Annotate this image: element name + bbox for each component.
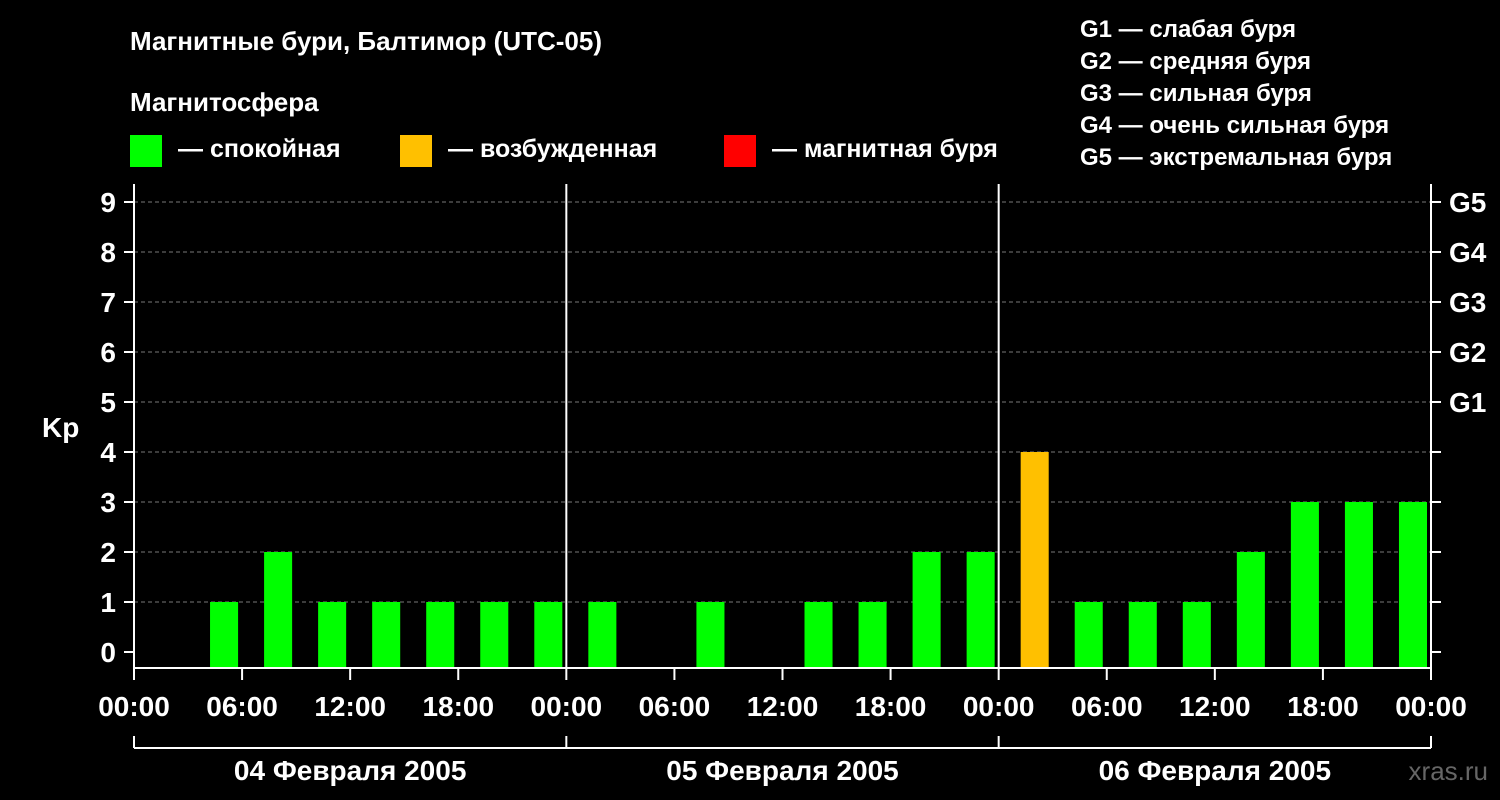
y-tick-label: 4 [100,437,116,468]
kp-bar [966,552,995,668]
kp-bar [912,552,941,668]
kp-bar [534,602,563,668]
y-tick-label: 9 [100,187,116,218]
day-label: 05 Февраля 2005 [666,755,898,786]
y-tick-label: 5 [100,387,116,418]
x-tick-label: 18:00 [1287,691,1359,722]
day-label: 06 Февраля 2005 [1099,755,1331,786]
g-scale-label: G2 [1449,337,1486,368]
y-tick-label: 8 [100,237,116,268]
kp-bar [1236,552,1265,668]
x-tick-label: 12:00 [747,691,819,722]
kp-bar [264,552,293,668]
y-tick-label: 7 [100,287,116,318]
x-tick-label: 12:00 [314,691,386,722]
kp-bar [1074,602,1103,668]
kp-bar [696,602,725,668]
day-label: 04 Февраля 2005 [234,755,466,786]
kp-bar [426,602,455,668]
y-tick-label: 2 [100,537,116,568]
kp-bar [372,602,401,668]
kp-bar [1344,502,1373,668]
g-scale-label: G5 [1449,187,1486,218]
kp-bar [1398,502,1427,668]
kp-bar [1128,602,1157,668]
x-tick-label: 18:00 [855,691,927,722]
y-tick-label: 3 [100,487,116,518]
g-scale-label: G1 [1449,387,1486,418]
kp-bar [1020,452,1049,668]
kp-bar [1182,602,1211,668]
y-tick-label: 0 [100,637,116,668]
kp-bar [1290,502,1319,668]
x-tick-label: 06:00 [639,691,711,722]
kp-bar [804,602,833,668]
kp-bar-chart: 0 1 2 3 4 5 6 7 8 9 G1 G2 G3 G4 G5 00:00 06:00 12:00 18:00… [98,184,1487,786]
x-tick-label: 06:00 [1071,691,1143,722]
x-tick-label: 00:00 [531,691,603,722]
g-scale-label: G4 [1449,237,1487,268]
y-tick-label: 1 [100,587,116,618]
kp-bar [210,602,239,668]
y-tick-label: 6 [100,337,116,368]
kp-bar [480,602,509,668]
x-tick-label: 18:00 [422,691,494,722]
x-tick-label: 00:00 [1395,691,1467,722]
x-tick-label: 00:00 [98,691,170,722]
g-scale-label: G3 [1449,287,1486,318]
x-tick-label: 00:00 [963,691,1035,722]
kp-bar [318,602,347,668]
x-tick-label: 12:00 [1179,691,1251,722]
x-tick-label: 06:00 [206,691,278,722]
kp-bar [588,602,617,668]
kp-bar [858,602,887,668]
